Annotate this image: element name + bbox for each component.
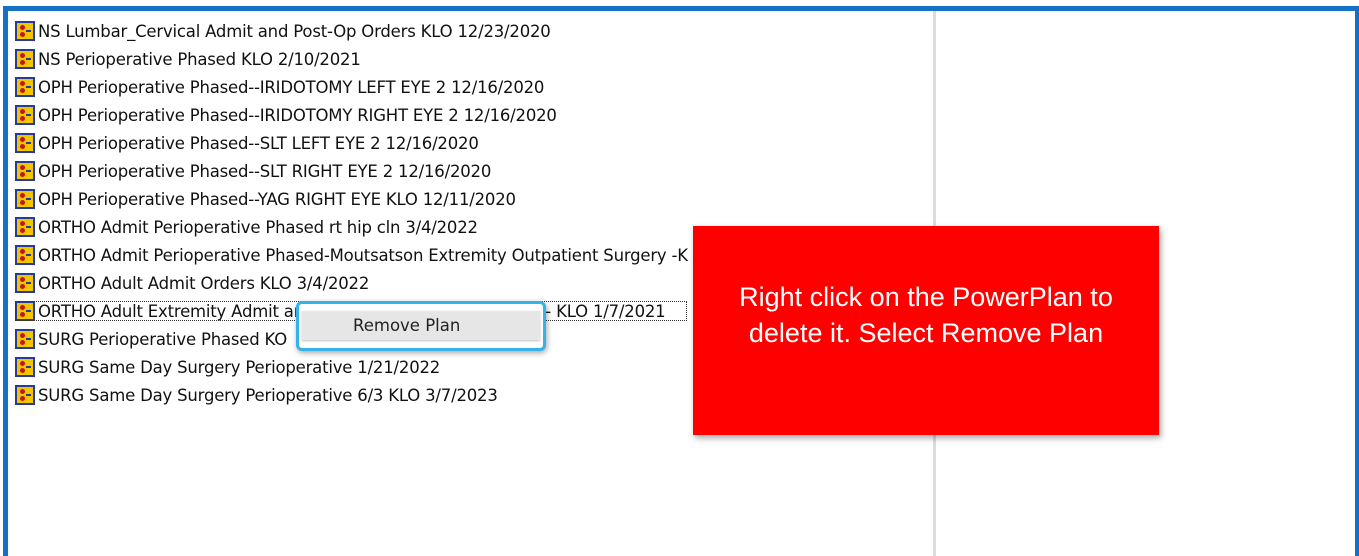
- plan-label: ORTHO Admit Perioperative Phased-Moutsat…: [38, 245, 688, 265]
- plan-label: SURG Same Day Surgery Perioperative 6/3 …: [38, 385, 498, 405]
- powerplan-icon: [15, 105, 35, 125]
- powerplan-icon: [15, 133, 35, 153]
- list-item[interactable]: OPH Perioperative Phased--YAG RIGHT EYE …: [15, 185, 688, 213]
- powerplan-icon: [15, 245, 35, 265]
- plan-label: NS Lumbar_Cervical Admit and Post-Op Ord…: [38, 21, 551, 41]
- plan-label: NS Perioperative Phased KLO 2/10/2021: [38, 49, 361, 69]
- list-item[interactable]: OPH Perioperative Phased--IRIDOTOMY RIGH…: [15, 101, 688, 129]
- powerplan-icon: [15, 217, 35, 237]
- plan-label: OPH Perioperative Phased--SLT RIGHT EYE …: [38, 161, 492, 181]
- list-item[interactable]: NS Lumbar_Cervical Admit and Post-Op Ord…: [15, 17, 688, 45]
- instruction-callout: Right click on the PowerPlan to delete i…: [693, 226, 1159, 435]
- list-item[interactable]: ORTHO Adult Admit Orders KLO 3/4/2022: [15, 269, 688, 297]
- list-item[interactable]: ORTHO Admit Perioperative Phased rt hip …: [15, 213, 688, 241]
- plan-label: OPH Perioperative Phased--YAG RIGHT EYE …: [38, 189, 516, 209]
- context-menu: Remove Plan: [296, 301, 546, 351]
- list-item[interactable]: NS Perioperative Phased KLO 2/10/2021: [15, 45, 688, 73]
- callout-line-2: delete it. Select Remove Plan: [748, 317, 1104, 348]
- plan-label: OPH Perioperative Phased--IRIDOTOMY LEFT…: [38, 77, 545, 97]
- plan-label: SURG Same Day Surgery Perioperative 1/21…: [38, 357, 441, 377]
- powerplan-icon: [15, 77, 35, 97]
- powerplan-icon: [15, 21, 35, 41]
- callout-line-1: Right click on the PowerPlan to: [739, 281, 1113, 312]
- plan-label: ORTHO Admit Perioperative Phased rt hip …: [38, 217, 478, 237]
- powerplan-icon: [15, 301, 35, 321]
- powerplan-icon: [15, 49, 35, 69]
- powerplan-icon: [15, 329, 35, 349]
- powerplan-icon: [15, 273, 35, 293]
- plan-label: ORTHO Adult Admit Orders KLO 3/4/2022: [38, 273, 370, 293]
- powerplan-icon: [15, 385, 35, 405]
- plan-label: OPH Perioperative Phased--IRIDOTOMY RIGH…: [38, 105, 557, 125]
- list-item[interactable]: SURG Same Day Surgery Perioperative 1/21…: [15, 353, 688, 381]
- list-item[interactable]: ORTHO Admit Perioperative Phased-Moutsat…: [15, 241, 688, 269]
- powerplan-icon: [15, 161, 35, 181]
- plan-label: SURG Perioperative Phased KO: [38, 329, 288, 349]
- list-item[interactable]: OPH Perioperative Phased--SLT LEFT EYE 2…: [15, 129, 688, 157]
- powerplan-icon: [15, 189, 35, 209]
- callout-text: Right click on the PowerPlan to delete i…: [716, 279, 1136, 351]
- plan-label: OPH Perioperative Phased--SLT LEFT EYE 2…: [38, 133, 479, 153]
- powerplan-icon: [15, 357, 35, 377]
- list-item[interactable]: SURG Same Day Surgery Perioperative 6/3 …: [15, 381, 688, 409]
- list-item[interactable]: OPH Perioperative Phased--SLT RIGHT EYE …: [15, 157, 688, 185]
- list-item[interactable]: OPH Perioperative Phased--IRIDOTOMY LEFT…: [15, 73, 688, 101]
- remove-plan-menu-item[interactable]: Remove Plan: [302, 311, 540, 340]
